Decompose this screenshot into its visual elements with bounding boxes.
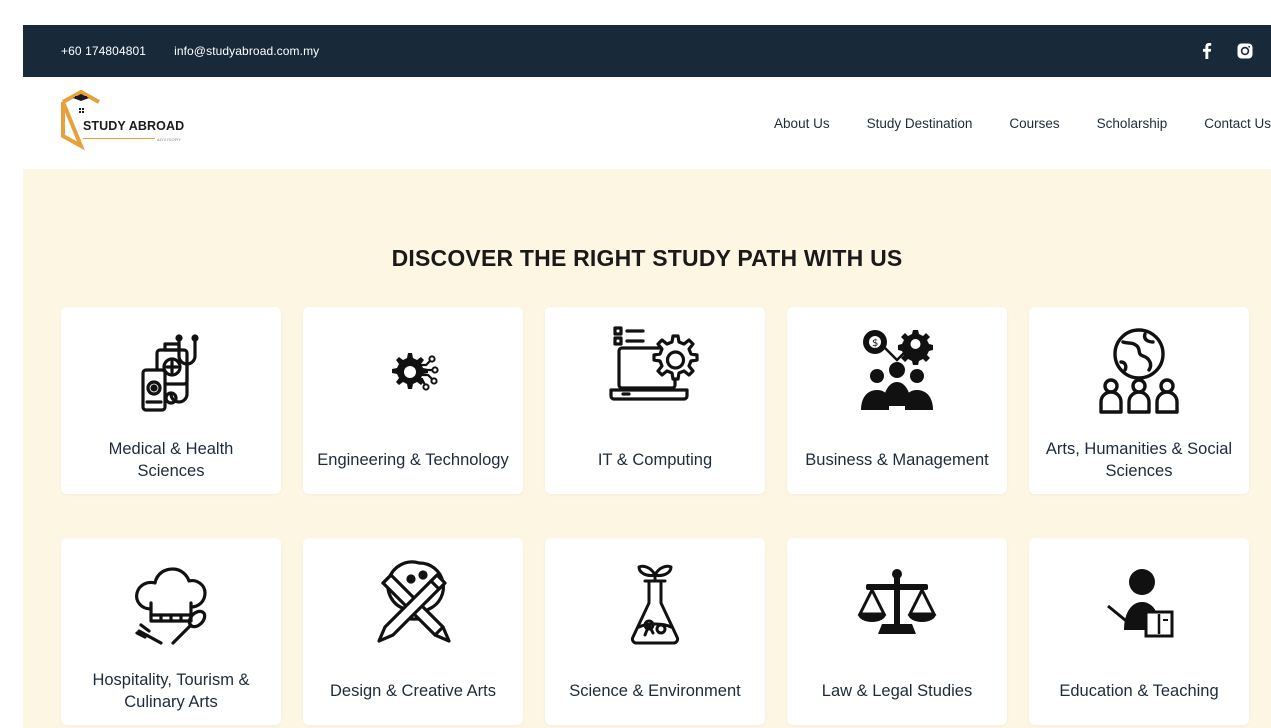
category-label: Medical & Health Sciences (108, 440, 234, 480)
category-card-design[interactable]: Design & Creative Arts (303, 538, 523, 725)
main-nav: About Us Study Destination Courses Schol… (774, 116, 1271, 131)
phone-number[interactable]: +60 174804801 (61, 44, 146, 58)
site-header: STUDY ABROAD ADVISORY About Us Study Des… (23, 77, 1271, 169)
facebook-icon[interactable] (1199, 43, 1215, 59)
humanities-icon (1084, 317, 1194, 427)
nav-scholarship[interactable]: Scholarship (1097, 116, 1168, 131)
category-card-hospitality[interactable]: Hospitality, Tourism & Culinary Arts (61, 538, 281, 725)
category-label: Law & Legal Studies (821, 682, 973, 700)
study-path-section: DISCOVER THE RIGHT STUDY PATH WITH US Me… (23, 169, 1271, 728)
teacher-icon (1084, 548, 1194, 658)
category-card-it[interactable]: IT & Computing (545, 307, 765, 494)
logo-tagline: ADVISORY (157, 137, 182, 142)
category-label: Design & Creative Arts (330, 682, 496, 700)
nav-study-destination[interactable]: Study Destination (867, 116, 973, 131)
social-links (1199, 43, 1253, 59)
logo[interactable]: STUDY ABROAD ADVISORY (61, 90, 211, 156)
svg-text:$: $ (872, 338, 878, 349)
category-label: Science & Environment (569, 682, 741, 700)
chef-hat-icon (116, 548, 226, 658)
category-card-law[interactable]: Law & Legal Studies (787, 538, 1007, 725)
business-icon: $ (842, 317, 952, 427)
design-icon (358, 548, 468, 658)
instagram-icon[interactable] (1237, 43, 1253, 59)
flask-icon (600, 548, 710, 658)
nav-about-us[interactable]: About Us (774, 116, 830, 131)
logo-name: STUDY ABROAD (83, 119, 185, 133)
category-card-humanities[interactable]: Arts, Humanities & Social Sciences (1029, 307, 1249, 494)
scales-icon (842, 548, 952, 658)
category-label: IT & Computing (597, 451, 713, 469)
medical-icon (116, 317, 226, 427)
category-label: Engineering & Technology (317, 451, 509, 469)
category-label: Business & Management (805, 451, 989, 469)
section-title: DISCOVER THE RIGHT STUDY PATH WITH US (391, 245, 903, 271)
top-bar: +60 174804801 info@studyabroad.com.my (23, 25, 1271, 77)
nav-contact-us[interactable]: Contact Us (1204, 116, 1271, 131)
category-card-science[interactable]: Science & Environment (545, 538, 765, 725)
category-label: Education & Teaching (1059, 682, 1219, 700)
nav-courses[interactable]: Courses (1009, 116, 1059, 131)
category-card-education[interactable]: Education & Teaching (1029, 538, 1249, 725)
page-frame: +60 174804801 info@studyabroad.com.my ST… (23, 25, 1271, 728)
computing-icon (600, 317, 710, 427)
category-card-business[interactable]: $ Business & Management (787, 307, 1007, 494)
category-label: Arts, Humanities & Social Sciences (1045, 440, 1233, 480)
category-card-medical[interactable]: Medical & Health Sciences (61, 307, 281, 494)
email-address[interactable]: info@studyabroad.com.my (174, 44, 319, 58)
category-label: Hospitality, Tourism & Culinary Arts (92, 671, 250, 711)
engineering-icon (358, 317, 468, 427)
logo-underline (83, 138, 155, 139)
category-card-engineering[interactable]: Engineering & Technology (303, 307, 523, 494)
category-grid: Medical & Health Sciences Engineering & … (61, 307, 1249, 725)
